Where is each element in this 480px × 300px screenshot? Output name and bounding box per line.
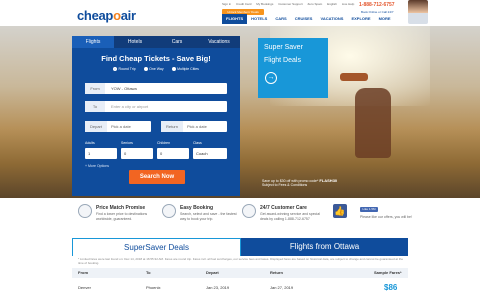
price-tag-icon <box>78 204 92 218</box>
depart-value: Pick a date <box>111 124 131 129</box>
tab-vacations[interactable]: Vacations <box>198 36 240 48</box>
seniors-label: Seniors <box>121 141 133 145</box>
row-fare[interactable]: $86 <box>384 281 397 295</box>
nav-cars[interactable]: CARS <box>271 14 290 24</box>
support-icon <box>242 204 256 218</box>
thumbs-up-icon: 👍 <box>333 204 347 218</box>
promo-line1: Super Saver <box>264 44 303 51</box>
fare-notice: * Limited fares were last found on: Dec … <box>78 257 404 265</box>
credit-card-link[interactable]: Credit Card <box>236 2 251 6</box>
nav-hotels[interactable]: HOTELS <box>247 14 271 24</box>
facebook-text: Please like our offers, you will be! <box>360 215 412 219</box>
search-now-button[interactable]: Search Now <box>129 170 185 184</box>
tab-flights-from-ottawa[interactable]: Flights from Ottawa <box>241 238 408 256</box>
agent-avatar <box>408 0 428 24</box>
more-options-link[interactable]: + More Options <box>85 164 109 168</box>
phone-number[interactable]: 1-888-712-6757 <box>359 2 395 8</box>
return-value: Pick a date <box>187 124 207 129</box>
tab-flights[interactable]: Flights <box>72 36 114 48</box>
facebook-like-button[interactable]: Like 1.5M <box>360 207 378 212</box>
nav-vacations[interactable]: VACATIONS <box>316 14 347 24</box>
from-field[interactable]: From YOW - Ottawa <box>85 83 227 94</box>
main-nav: FLIGHTS HOTELS CARS CRUISES VACATIONS EX… <box>222 14 395 24</box>
to-placeholder: Enter a city or airport <box>111 104 149 109</box>
super-saver-promo[interactable]: Super Saver Flight Deals → <box>258 38 328 98</box>
tab-supersaver-deals[interactable]: SuperSaver Deals <box>72 238 241 256</box>
promo-subtext[interactable]: Subject to Fees & Conditions <box>262 183 307 187</box>
col-fare: Sample Fares* <box>374 270 402 275</box>
col-from: From <box>78 270 88 275</box>
flight-search-form: Flights Hotels Cars Vacations Find Cheap… <box>72 36 240 196</box>
depart-field[interactable]: Depart Pick a date <box>85 121 151 132</box>
toy-plane-image <box>340 73 368 81</box>
language-select[interactable]: English <box>327 2 337 6</box>
my-bookings-link[interactable]: My Bookings <box>256 2 273 6</box>
site-header: cheapoair Sign in Credit Card My Booking… <box>0 0 480 24</box>
class-label: Class <box>193 141 202 145</box>
promo-code: FLASH30 <box>319 178 338 183</box>
deals-tabs: SuperSaver Deals Flights from Ottawa <box>72 238 408 256</box>
booking-icon <box>162 204 176 218</box>
arrow-right-icon[interactable]: → <box>265 72 277 84</box>
customer-support-link[interactable]: Customer Support <box>278 2 302 6</box>
nav-explore[interactable]: EXPLORE <box>347 14 374 24</box>
radio-dot-icon <box>113 67 118 71</box>
adults-select[interactable]: 1 <box>85 148 117 159</box>
return-field[interactable]: Return Pick a date <box>161 121 227 132</box>
radio-dot-icon <box>171 67 176 71</box>
trip-type-group: Round Trip One Way Multiple Cities <box>72 67 240 71</box>
depart-label: Depart <box>85 121 107 132</box>
children-select[interactable]: 0 <box>157 148 189 159</box>
nav-cruises[interactable]: CRUISES <box>291 14 317 24</box>
live-help-link[interactable]: Live Help <box>342 2 355 6</box>
multi-city-radio[interactable]: Multiple Cities <box>171 67 199 71</box>
promo-line2: Flight Deals <box>264 57 301 64</box>
features-row: Price Match Promise Find a lower price t… <box>0 200 480 234</box>
round-trip-radio[interactable]: Round Trip <box>113 67 136 71</box>
tab-hotels[interactable]: Hotels <box>114 36 156 48</box>
row-depart: Jan 23, 2019 <box>206 285 230 290</box>
row-from: Denver <box>78 285 91 290</box>
from-value: YOW - Ottawa <box>111 86 137 91</box>
nav-more[interactable]: MORE <box>375 14 395 24</box>
adults-label: Adults <box>85 141 95 145</box>
search-tabs: Flights Hotels Cars Vacations <box>72 36 240 48</box>
sign-in-link[interactable]: Sign in <box>222 2 231 6</box>
top-links: Sign in Credit Card My Bookings Customer… <box>222 2 358 6</box>
class-select[interactable]: Coach <box>193 148 227 159</box>
row-to: Phoenix <box>146 285 161 290</box>
cheapoair-logo[interactable]: cheapoair <box>77 8 136 23</box>
seniors-select[interactable]: 0 <box>121 148 153 159</box>
promo-code-strip: Save up to $30 off with promo code* FLAS… <box>262 178 337 187</box>
col-return: Return <box>270 270 283 275</box>
phone-subtext: Book Online or Call 24/7 <box>361 10 394 14</box>
col-depart: Depart <box>206 270 219 275</box>
row-return: Jan 27, 2019 <box>270 285 294 290</box>
tab-cars[interactable]: Cars <box>156 36 198 48</box>
one-way-radio[interactable]: One Way <box>143 67 164 71</box>
col-to: To <box>146 270 151 275</box>
to-label: To <box>85 101 105 112</box>
nav-flights[interactable]: FLIGHTS <box>222 14 248 24</box>
child-image <box>355 88 391 158</box>
deals-table-header: From To Depart Return Sample Fares* <box>72 268 408 278</box>
radio-dot-icon <box>143 67 148 71</box>
zero-spam-link[interactable]: Zero Spam <box>307 2 322 6</box>
search-title: Find Cheap Tickets - Save Big! <box>101 54 211 63</box>
return-label: Return <box>161 121 183 132</box>
children-label: Children <box>157 141 171 145</box>
to-field[interactable]: To Enter a city or airport <box>85 101 227 112</box>
table-row[interactable]: Denver Phoenix Jan 23, 2019 Jan 27, 2019… <box>72 281 408 295</box>
from-label: From <box>85 83 105 94</box>
